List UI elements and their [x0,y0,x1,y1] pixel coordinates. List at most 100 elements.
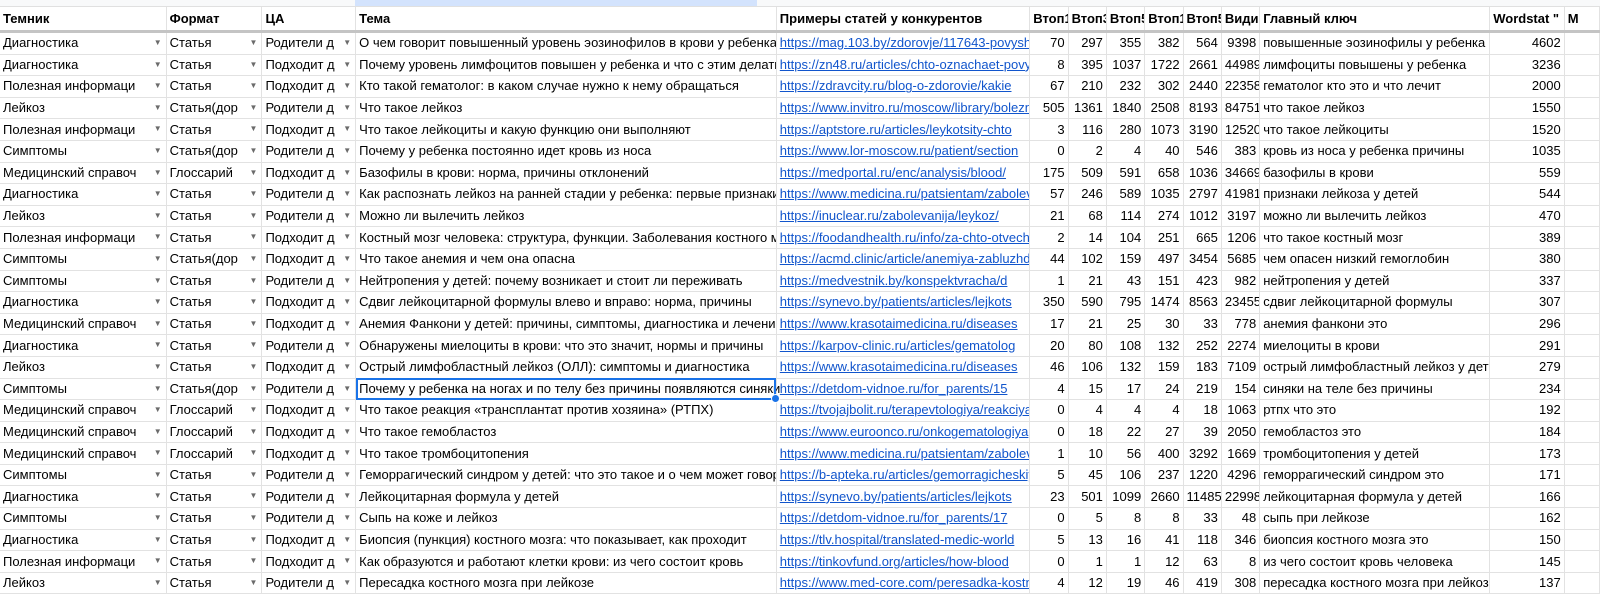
cell-top5[interactable]: 106 [1106,464,1146,487]
cell-main-keyword[interactable]: биопсия костного мозга это [1259,529,1491,552]
cell-competitor-url[interactable]: https://synevo.by/patients/articles/lejk… [776,485,1031,509]
cell-top10[interactable]: 1722 [1144,54,1184,77]
header-top3[interactable]: Втоп3 [1068,7,1107,33]
cell-competitor-url[interactable]: https://www.euroonco.ru/onkogematologiya [776,421,1031,444]
dropdown-arrow-icon[interactable]: ▼ [154,206,162,226]
cell-m[interactable] [1564,334,1600,357]
cell-wordstat[interactable]: 1520 [1489,118,1565,141]
competitor-link[interactable]: https://tinkovfund.org/articles/how-bloo… [780,554,1009,569]
competitor-link[interactable]: https://karpov-clinic.ru/articles/gemato… [780,338,1016,353]
dropdown-arrow-icon[interactable]: ▼ [250,357,258,377]
cell-format[interactable]: Статья ▼ [166,334,263,357]
cell-top50[interactable]: 2797 [1183,183,1222,206]
cell-audience[interactable]: Родители д ▼ [261,507,357,530]
cell-topic[interactable]: Острый лимфобластный лейкоз (ОЛЛ): симпт… [355,356,777,379]
cell-top5[interactable]: 25 [1106,313,1146,336]
dropdown-arrow-icon[interactable]: ▼ [154,465,162,485]
dropdown-arrow-icon[interactable]: ▼ [250,443,258,463]
cell-top3[interactable]: 1361 [1068,97,1107,120]
cell-topic[interactable]: Анемия Фанкони у детей: причины, симптом… [355,313,777,336]
cell-top50[interactable]: 546 [1183,140,1222,163]
dropdown-arrow-icon[interactable]: ▼ [154,443,162,463]
cell-visibility[interactable]: 48 [1221,507,1261,530]
cell-m[interactable] [1564,31,1600,55]
dropdown-arrow-icon[interactable]: ▼ [343,292,351,312]
cell-top1[interactable]: 350 [1029,291,1069,314]
cell-top1[interactable]: 1 [1029,270,1069,293]
cell-top1[interactable]: 5 [1029,464,1069,487]
cell-wordstat[interactable]: 1035 [1489,140,1565,163]
cell-main-keyword[interactable]: базофилы в крови [1259,162,1491,185]
cell-wordstat[interactable]: 337 [1489,270,1565,293]
cell-format[interactable]: Статья ▼ [166,270,263,293]
cell-format[interactable]: Статья ▼ [166,118,263,141]
dropdown-arrow-icon[interactable]: ▼ [343,551,351,571]
cell-topic[interactable]: Почему у ребенка постоянно идет кровь из… [355,140,777,163]
cell-main-keyword[interactable]: нейтропения у детей [1259,270,1491,293]
dropdown-arrow-icon[interactable]: ▼ [250,33,258,53]
cell-top10[interactable]: 40 [1144,140,1184,163]
cell-visibility[interactable]: 1669 [1221,442,1261,465]
cell-m[interactable] [1564,399,1600,422]
cell-top50[interactable]: 3454 [1183,248,1222,271]
cell-temnik[interactable]: Диагностика ▼ [0,54,167,77]
cell-m[interactable] [1564,97,1600,120]
cell-top3[interactable]: 246 [1068,183,1107,206]
cell-format[interactable]: Статья(дор ▼ [166,140,263,163]
cell-topic[interactable]: Как распознать лейкоз на ранней стадии у… [355,183,777,206]
cell-audience[interactable]: Подходит д ▼ [261,529,357,552]
cell-top1[interactable]: 44 [1029,248,1069,271]
cell-top10[interactable]: 1073 [1144,118,1184,141]
cell-audience[interactable]: Родители д ▼ [261,205,357,228]
cell-main-keyword[interactable]: кровь из носа у ребенка причины [1259,140,1491,163]
cell-visibility[interactable]: 1063 [1221,399,1261,422]
cell-top1[interactable]: 8 [1029,54,1069,77]
dropdown-arrow-icon[interactable]: ▼ [250,379,258,399]
cell-top50[interactable]: 11485 [1183,485,1222,509]
cell-top10[interactable]: 497 [1144,248,1184,271]
dropdown-arrow-icon[interactable]: ▼ [154,141,162,161]
cell-top10[interactable]: 159 [1144,356,1184,379]
competitor-link[interactable]: https://www.euroonco.ru/onkogematologiya [780,424,1029,439]
dropdown-arrow-icon[interactable]: ▼ [154,551,162,571]
cell-wordstat[interactable]: 150 [1489,529,1565,552]
cell-visibility[interactable]: 982 [1221,270,1261,293]
dropdown-arrow-icon[interactable]: ▼ [154,184,162,204]
cell-m[interactable] [1564,140,1600,163]
cell-topic[interactable]: Лейкоцитарная формула у детей [355,485,777,509]
cell-main-keyword[interactable]: гемобластоз это [1259,421,1491,444]
cell-top10[interactable]: 237 [1144,464,1184,487]
dropdown-arrow-icon[interactable]: ▼ [154,314,162,334]
cell-top1[interactable]: 0 [1029,550,1069,573]
cell-main-keyword[interactable]: пересадка костного мозга при лейкозе [1259,572,1491,595]
cell-wordstat[interactable]: 192 [1489,399,1565,422]
cell-temnik[interactable]: Диагностика ▼ [0,334,167,357]
dropdown-arrow-icon[interactable]: ▼ [250,184,258,204]
cell-m[interactable] [1564,291,1600,314]
cell-top1[interactable]: 4 [1029,572,1069,595]
competitor-link[interactable]: https://medportal.ru/enc/analysis/blood/ [780,165,1006,180]
cell-top3[interactable]: 210 [1068,75,1107,98]
cell-format[interactable]: Глоссарий ▼ [166,442,263,465]
cell-competitor-url[interactable]: https://zn48.ru/articles/chto-oznachaet-… [776,54,1031,77]
fill-handle[interactable] [770,394,780,404]
cell-top3[interactable]: 106 [1068,356,1107,379]
dropdown-arrow-icon[interactable]: ▼ [343,422,351,442]
cell-audience[interactable]: Подходит д ▼ [261,226,357,249]
cell-top1[interactable]: 5 [1029,529,1069,552]
dropdown-arrow-icon[interactable]: ▼ [343,314,351,334]
dropdown-arrow-icon[interactable]: ▼ [154,486,162,506]
cell-top10[interactable]: 132 [1144,334,1184,357]
cell-audience[interactable]: Подходит д ▼ [261,421,357,444]
cell-competitor-url[interactable]: https://acmd.clinic/article/anemiya-zabl… [776,248,1031,271]
cell-topic[interactable]: Нейтропения у детей: почему возникает и … [355,270,777,293]
cell-format[interactable]: Статья ▼ [166,31,263,55]
cell-topic[interactable]: Геморрагический синдром у детей: что это… [355,464,777,487]
competitor-link[interactable]: https://detdom-vidnoe.ru/for_parents/17 [780,510,1008,525]
cell-top10[interactable]: 2660 [1144,485,1184,509]
dropdown-arrow-icon[interactable]: ▼ [250,249,258,269]
competitor-link[interactable]: https://www.medicina.ru/patsientam/zabol… [780,186,1029,201]
competitor-link[interactable]: https://www.med-core.com/peresadka-kostn… [780,575,1029,590]
cell-visibility[interactable]: 9398 [1221,31,1261,55]
cell-m[interactable] [1564,442,1600,465]
